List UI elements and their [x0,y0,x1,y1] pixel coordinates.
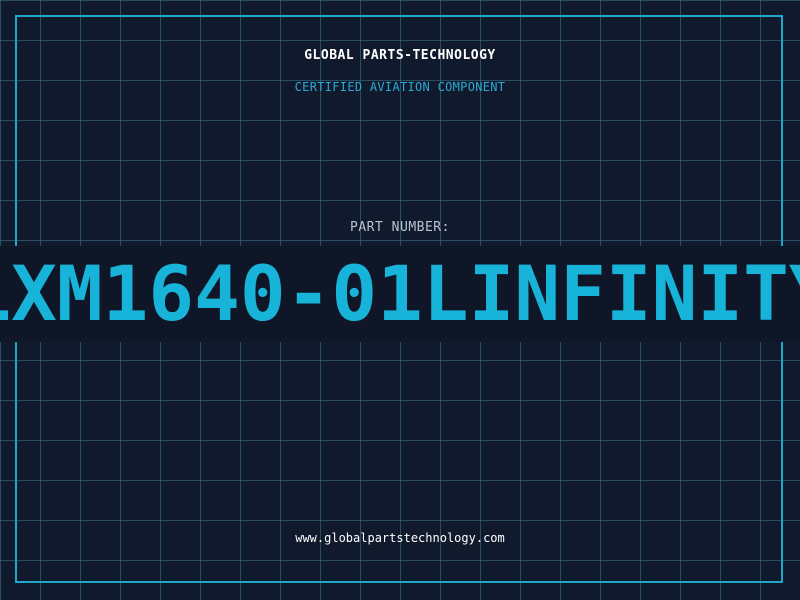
part-number-value: LXM1640-01LINFINITY [0,249,800,338]
certification-subtitle: CERTIFIED AVIATION COMPONENT [294,80,506,94]
certificate-card: GLOBAL PARTS-TECHNOLOGY CERTIFIED AVIATI… [0,0,800,600]
part-number-label: PART NUMBER: [350,220,450,235]
company-name: GLOBAL PARTS-TECHNOLOGY [304,48,496,63]
website-url: www.globalpartstechnology.com [295,531,505,545]
